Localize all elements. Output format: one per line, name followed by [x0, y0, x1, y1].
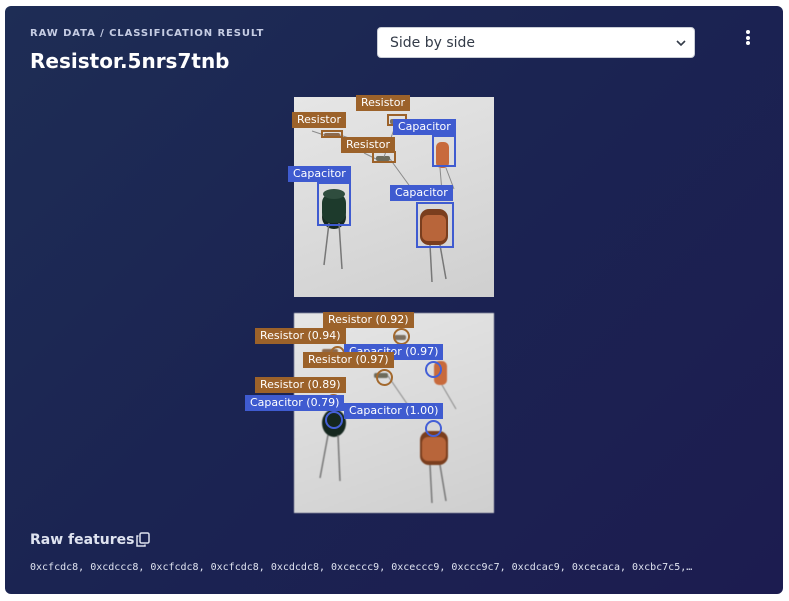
classification-card: RAW DATA / CLASSIFICATION RESULT Resisto… [5, 6, 783, 594]
raw-features-values: 0xcfcdc8, 0xcdccc8, 0xcfcdc8, 0xcfcdc8, … [30, 562, 693, 573]
kebab-menu-icon[interactable] [742, 30, 754, 48]
view-mode-select[interactable]: Side by side [377, 27, 695, 58]
photo-components-top [311, 119, 455, 283]
raw-features-title: Raw features [30, 532, 135, 548]
ground-truth-image [294, 97, 494, 297]
chevron-down-icon [676, 40, 686, 47]
view-mode-value: Side by side [390, 35, 476, 51]
copy-icon[interactable] [136, 532, 150, 547]
photo-components-bottom [319, 335, 457, 504]
sample-title: Resistor.5nrs7tnb [30, 49, 230, 73]
model-output-image [294, 313, 494, 513]
section-subtitle: RAW DATA / CLASSIFICATION RESULT [30, 28, 265, 39]
